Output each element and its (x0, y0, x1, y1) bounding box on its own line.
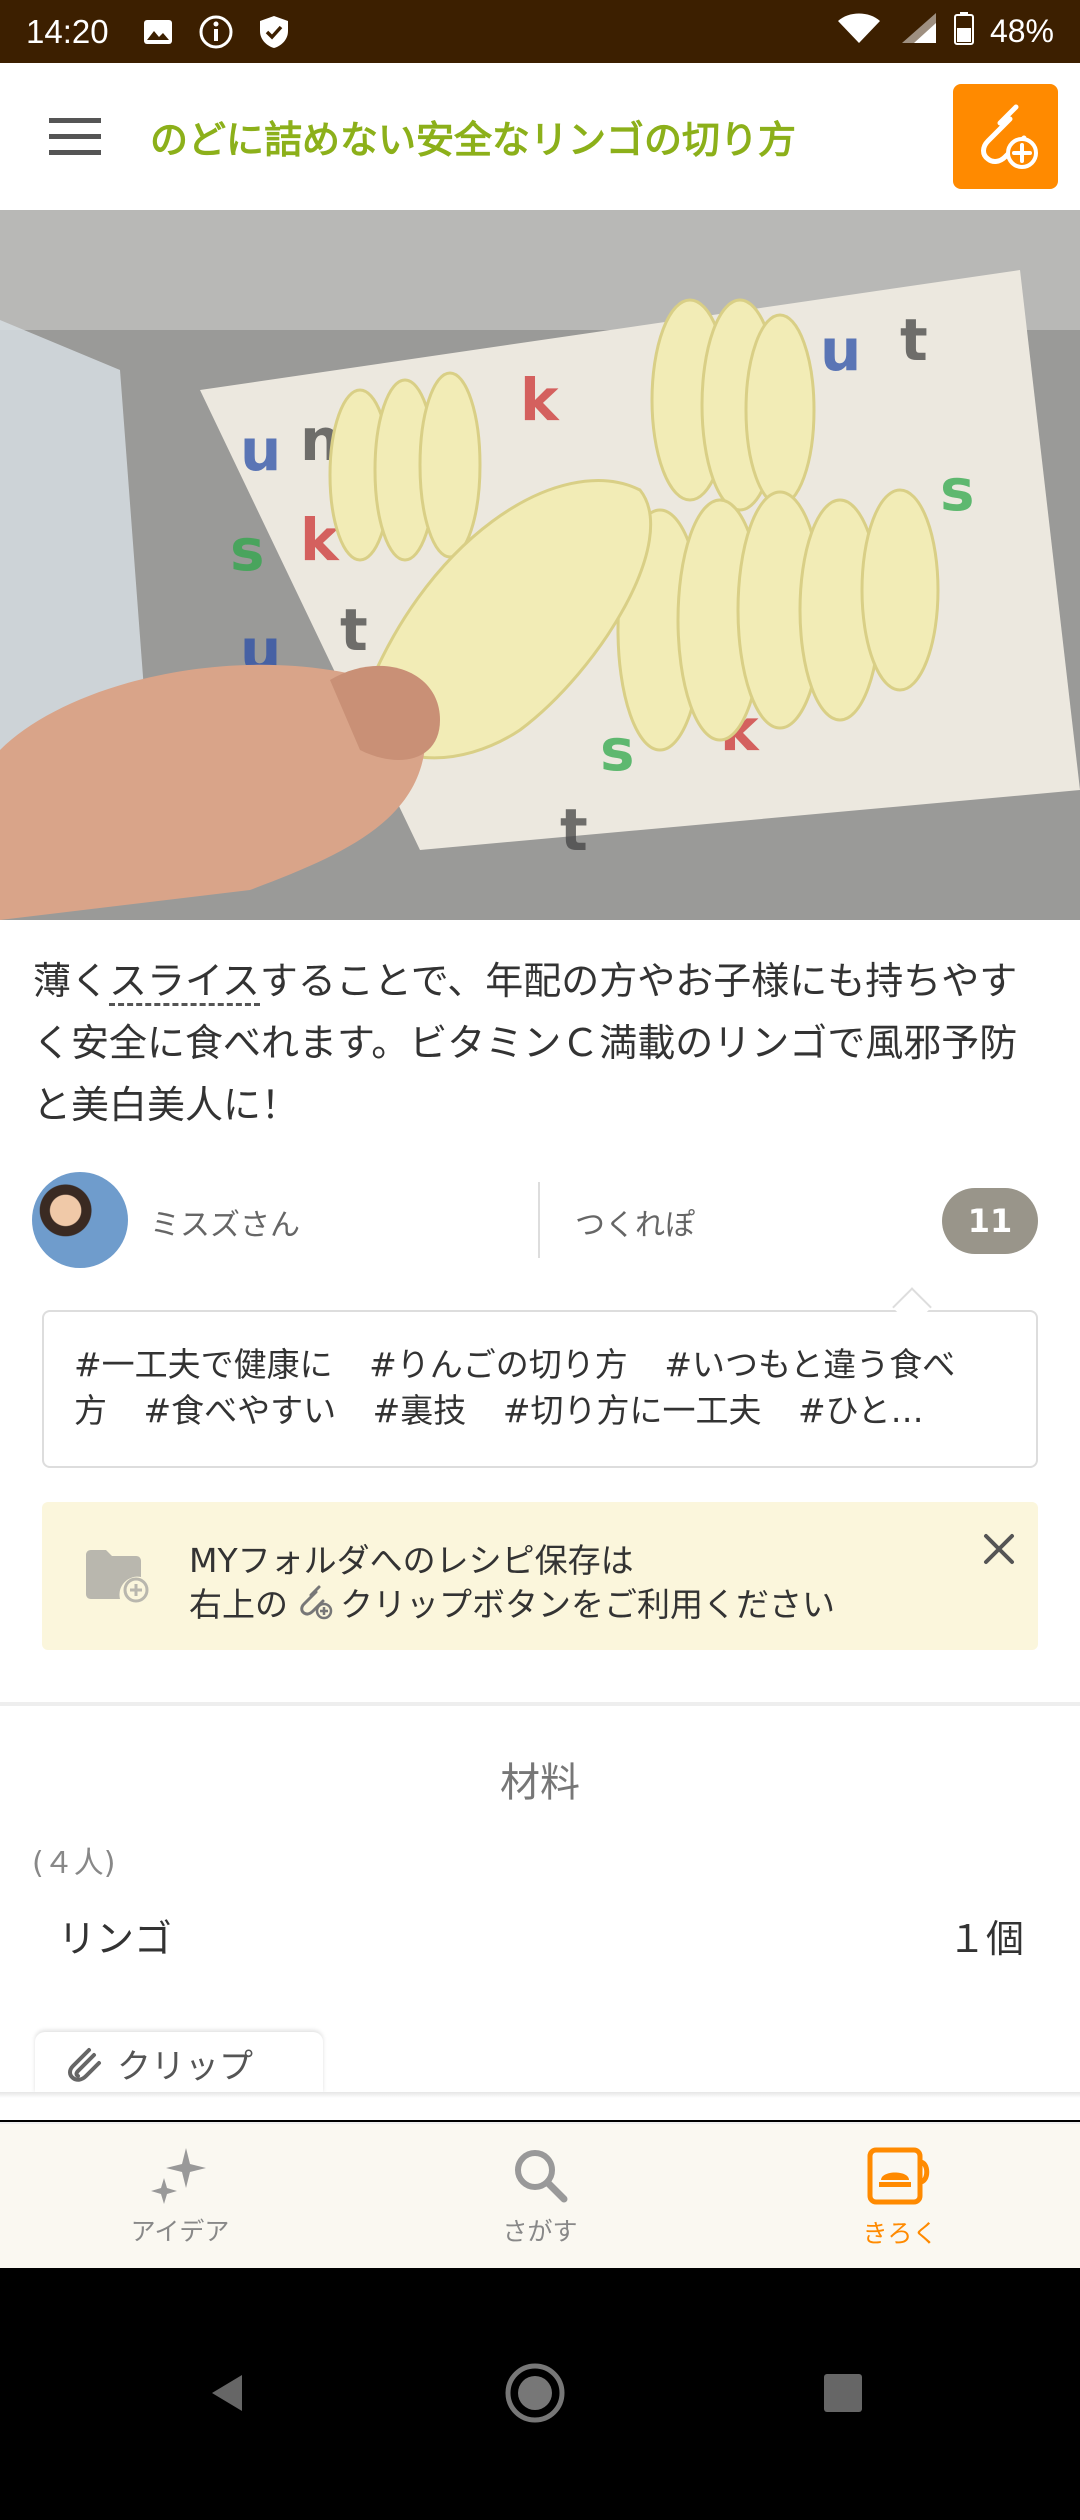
recipe-content: 薄くスライスすることで、年配の方やお子様にも持ちやすく安全に食べれます。ビタミン… (0, 920, 1080, 2120)
tsukurepo-link[interactable]: つくれぽ (575, 1200, 695, 1244)
servings: (４人) (32, 1846, 116, 1881)
svg-text:t: t (340, 596, 368, 664)
clip-plus-icon (980, 104, 1038, 169)
sparkle-icon (151, 2148, 206, 2204)
svg-text:k: k (520, 366, 560, 434)
clip-small-icon (294, 1584, 334, 1620)
svg-text:u: u (240, 416, 281, 484)
close-icon (984, 1534, 1014, 1564)
author-name[interactable]: ミスズさん (150, 1200, 300, 1244)
notice-line2-pre: 右上の (189, 1585, 288, 1624)
back-button[interactable] (193, 2358, 263, 2428)
tag-item[interactable]: #切り方に一工夫 (503, 1391, 762, 1430)
app-header: のどに詰めない安全なリンゴの切り方 (0, 63, 1080, 210)
description-text-pre: 薄く (33, 959, 110, 1003)
clip-bar-shadow (0, 2092, 1080, 2098)
signal-icon (898, 11, 938, 53)
notice-line1: MYフォルダへのレシピ保存は (189, 1541, 634, 1580)
tag-item[interactable]: #一工夫で健康に (74, 1345, 333, 1384)
notice-line2-post: クリップボタンをご利用ください (340, 1585, 835, 1624)
shield-icon (255, 13, 293, 51)
info-icon (197, 13, 235, 51)
notice-line2: 右上の クリップボタンをご利用ください (189, 1578, 835, 1626)
battery-icon (953, 11, 974, 53)
bottom-nav: アイデア さがす きろく (0, 2122, 1080, 2268)
glossary-link[interactable]: スライス (109, 959, 260, 1006)
nav-idea[interactable]: アイデア (0, 2124, 360, 2270)
nav-search-label: さがす (502, 2217, 578, 2246)
section-separator (0, 1702, 1080, 1706)
recents-button[interactable] (808, 2358, 878, 2428)
ingredient-row: リンゴ １個 (0, 1900, 1080, 1980)
home-icon (505, 2363, 565, 2423)
svg-text:t: t (560, 796, 588, 864)
author-row: ミスズさん つくれぽ (0, 1170, 1080, 1270)
folder-plus-icon (84, 1547, 150, 1607)
ingredient-qty: １個 (947, 1917, 1024, 1961)
save-notice: MYフォルダへのレシピ保存は 右上の クリップボタンをご利用ください (42, 1502, 1038, 1650)
tag-item[interactable]: #裏技 (373, 1391, 467, 1430)
tag-item[interactable]: #りんごの切り方 (369, 1345, 628, 1384)
close-notice-button[interactable] (974, 1524, 1024, 1574)
nav-record-label: きろく (862, 2219, 938, 2248)
gallery-icon (139, 13, 177, 51)
tags-box: #一工夫で健康に #りんごの切り方 #いつもと違う食べ方 #食べやすい #裏技 … (42, 1310, 1038, 1468)
svg-text:s: s (600, 716, 635, 784)
hamburger-icon (49, 117, 101, 155)
paperclip-icon (68, 2048, 101, 2082)
page-title: のどに詰めない安全なリンゴの切り方 (150, 118, 797, 162)
svg-text:u: u (820, 316, 861, 384)
back-icon (212, 2375, 242, 2411)
recipe-photo[interactable]: un sk ut sk ut sk ns tn (0, 210, 1080, 920)
tag-item[interactable]: #ひと… (798, 1391, 924, 1430)
battery-percent: 48% (989, 13, 1054, 49)
home-button[interactable] (500, 2358, 570, 2428)
nav-idea-label: アイデア (130, 2217, 230, 2246)
divider (538, 1182, 540, 1258)
svg-text:s: s (230, 516, 265, 584)
svg-text:s: s (940, 456, 975, 524)
avatar[interactable] (32, 1172, 128, 1268)
status-bar: 14:20 48% (0, 0, 1080, 63)
ingredient-name: リンゴ (58, 1917, 173, 1961)
system-nav-bar (0, 2268, 1080, 2520)
ingredients-title: 材料 (500, 1760, 580, 1806)
nav-search[interactable]: さがす (360, 2124, 720, 2270)
clip-tab-button[interactable]: クリップ (35, 2032, 323, 2094)
record-icon (867, 2147, 930, 2205)
menu-button[interactable] (0, 63, 150, 210)
status-time: 14:20 (26, 12, 109, 50)
recents-icon (824, 2374, 862, 2412)
tag-item[interactable]: #食べやすい (144, 1391, 337, 1430)
nav-record[interactable]: きろく (720, 2124, 1080, 2270)
clip-tab-label: クリップ (117, 2046, 253, 2087)
search-icon (515, 2150, 568, 2203)
wifi-icon (836, 11, 882, 53)
svg-text:t: t (900, 306, 928, 374)
clip-add-button[interactable] (953, 84, 1058, 189)
recipe-description: 薄くスライスすることで、年配の方やお子様にも持ちやすく安全に食べれます。ビタミン… (33, 950, 1053, 1136)
tsukurepo-count-badge[interactable]: 11 (942, 1188, 1038, 1254)
